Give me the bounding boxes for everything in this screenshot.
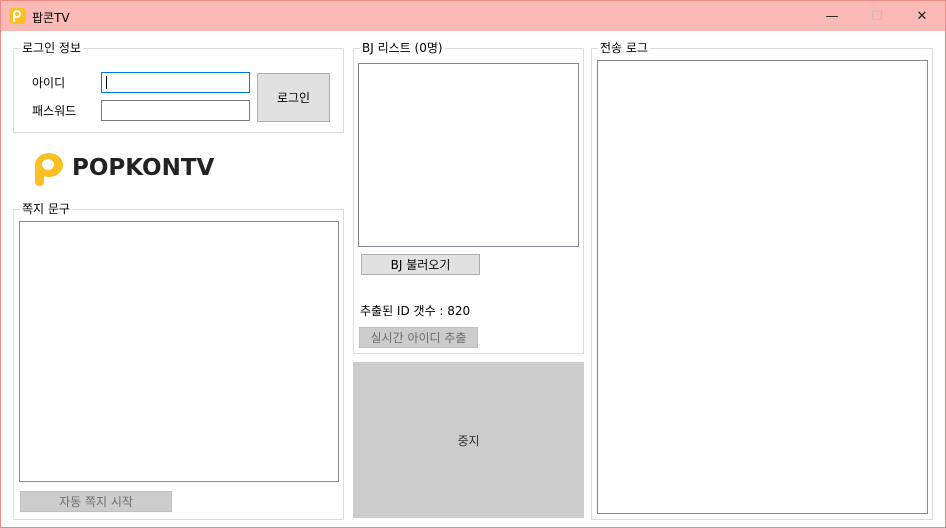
login-button[interactable]: 로그인 bbox=[257, 73, 330, 122]
login-info-title: 로그인 정보 bbox=[22, 41, 82, 55]
close-icon[interactable]: ✕ bbox=[899, 1, 945, 31]
id-label: 아이디 bbox=[32, 76, 66, 90]
auto-message-start-button[interactable]: 자동 쪽지 시작 bbox=[20, 491, 172, 512]
send-log-title: 전송 로그 bbox=[600, 41, 648, 55]
bj-list-title: BJ 리스트 (0명) bbox=[362, 41, 443, 55]
stop-button[interactable]: 중지 bbox=[353, 362, 584, 518]
popkon-logo-icon bbox=[33, 152, 65, 186]
send-log-listbox[interactable] bbox=[597, 60, 928, 514]
window-title: 팝콘TV bbox=[32, 11, 70, 25]
realtime-id-extract-button[interactable]: 실시간 아이디 추출 bbox=[359, 327, 478, 348]
text-caret bbox=[106, 76, 107, 89]
extracted-id-count: 추출된 ID 갯수 : 820 bbox=[360, 304, 471, 318]
minimize-icon[interactable]: — bbox=[809, 1, 855, 31]
logo-text: POPKONTV bbox=[72, 155, 215, 181]
message-textarea[interactable] bbox=[19, 221, 339, 482]
maximize-icon[interactable]: ☐ bbox=[854, 1, 900, 31]
title-bar[interactable]: 팝콘TV — ☐ ✕ bbox=[1, 1, 945, 31]
password-label: 패스워드 bbox=[32, 104, 77, 118]
app-window: 팝콘TV — ☐ ✕ 로그인 정보 아이디 패스워드 로그인 POPKONTV … bbox=[0, 0, 946, 528]
bj-listbox[interactable] bbox=[358, 63, 579, 247]
id-input[interactable] bbox=[101, 72, 250, 93]
popkon-app-icon bbox=[10, 8, 26, 24]
load-bj-button[interactable]: BJ 불러오기 bbox=[361, 254, 480, 275]
password-input[interactable] bbox=[101, 100, 250, 121]
popkontv-logo: POPKONTV bbox=[33, 152, 215, 188]
message-group-title: 쪽지 문구 bbox=[22, 202, 70, 216]
